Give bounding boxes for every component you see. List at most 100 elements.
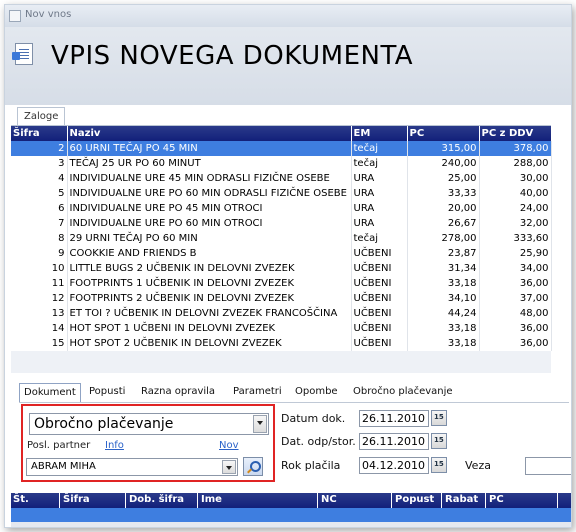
cell-pc: 34,10: [407, 291, 480, 306]
table-row[interactable]: 7 INDIVIDUALNE URE PO 60 MIN OTROCI URA 26,…: [11, 216, 552, 231]
doc-date-label: Datum dok.: [281, 412, 346, 425]
column-divider: [197, 493, 198, 508]
tab-zaloge[interactable]: Zaloge: [17, 107, 66, 127]
column-divider: [59, 493, 60, 508]
doc-date-field[interactable]: 26.11.2010: [359, 410, 429, 427]
table-row[interactable]: [11, 508, 571, 522]
tab-opombe[interactable]: Opombe: [291, 383, 342, 403]
col-header-pc-z-ddv[interactable]: PC z DDV: [479, 126, 552, 141]
chevron-down-icon[interactable]: [222, 460, 236, 474]
cell-pc-z-ddv: 288,00: [479, 156, 552, 171]
partner-label: Posl. partner: [27, 440, 91, 451]
tab-razna-opravila[interactable]: Razna opravila: [137, 383, 219, 403]
cell-naziv: FOOTPRINTS 2 UČBENIK IN DELOVNI ZVEZEK: [67, 291, 352, 306]
partner-select[interactable]: ABRAM MIHA: [26, 458, 238, 476]
col-header-dob-sifra[interactable]: Dob. šifra: [129, 494, 184, 505]
payment-partner-panel: Obročno plačevanje Posl. partner Info No…: [21, 404, 275, 482]
tab-parametri[interactable]: Parametri: [229, 383, 286, 403]
cell-sifra: 15: [11, 336, 68, 351]
veza-field[interactable]: [525, 457, 571, 475]
table-row[interactable]: 10 LITTLE BUGS 2 UČBENIK IN DELOVNI ZVEZE…: [11, 261, 552, 276]
payment-type-select[interactable]: Obročno plačevanje: [29, 413, 269, 435]
cell-pc: 31,34: [407, 261, 480, 276]
ship-date-field[interactable]: 26.11.2010: [359, 433, 429, 450]
table-row[interactable]: 13 ET TOI ? UČBENIK IN DELOVNI ZVEZEK FRA…: [11, 306, 552, 321]
col-header-rabat[interactable]: Rabat: [445, 494, 478, 505]
cell-sifra: 13: [11, 306, 68, 321]
col-header-popust[interactable]: Popust: [395, 494, 434, 505]
cell-pc: 33,18: [407, 336, 480, 351]
column-divider: [125, 493, 126, 508]
tab-obrocno-placevanje[interactable]: Obročno plačevanje: [349, 383, 457, 403]
cell-pc-z-ddv: 36,00: [479, 336, 552, 351]
page-title: VPIS NOVEGA DOKUMENTA: [51, 41, 414, 71]
cell-sifra: 8: [11, 231, 68, 246]
cell-em: URA: [351, 171, 408, 186]
cell-naziv: INDIVIDUALNE URE PO 60 MIN OTROCI: [67, 216, 352, 231]
tab-popusti[interactable]: Popusti: [85, 383, 129, 403]
cell-naziv: INDIVIDUALNE URE PO 45 MIN OTROCI: [67, 201, 352, 216]
col-header-pc[interactable]: PC: [407, 126, 480, 141]
tab-divider: [19, 402, 569, 403]
table-row[interactable]: 14 HOT SPOT 1 UČBENI IN DELOVNI ZVEZEK UČB…: [11, 321, 552, 336]
table-row[interactable]: 2 60 URNI TEČAJ PO 45 MIN tečaj 315,00 378,0…: [11, 141, 552, 156]
cell-naziv: COOKKIE AND FRIENDS B: [67, 246, 352, 261]
cell-sifra: 7: [11, 216, 68, 231]
due-date-label: Rok plačila: [281, 459, 341, 472]
table-row[interactable]: 8 29 URNI TEČAJ PO 60 MIN tečaj 278,00 333,6…: [11, 231, 552, 246]
lines-grid-header: Št. Šifra Dob. šifra Ime NC Popust Rabat…: [11, 493, 571, 508]
calendar-icon[interactable]: [431, 433, 447, 449]
table-row[interactable]: 12 FOOTPRINTS 2 UČBENIK IN DELOVNI ZVEZEK…: [11, 291, 552, 306]
cell-sifra: 4: [11, 171, 68, 186]
table-row[interactable]: 15 HOT SPOT 2 UČBENIK IN DELOVNI ZVEZEK UČ…: [11, 336, 552, 351]
cell-sifra: 6: [11, 201, 68, 216]
cell-sifra: 14: [11, 321, 68, 336]
calendar-icon[interactable]: [431, 457, 447, 473]
cell-em: URA: [351, 216, 408, 231]
table-row[interactable]: 5 INDIVIDUALNE URE PO 60 MIN ODRASLI FIZI…: [11, 186, 552, 201]
items-grid: Šifra Naziv EM PC PC z DDV 2 60 URNI TEČA…: [11, 125, 552, 373]
cell-sifra: 11: [11, 276, 68, 291]
table-row[interactable]: 6 INDIVIDUALNE URE PO 45 MIN OTROCI URA 20,…: [11, 201, 552, 216]
cell-pc-z-ddv: 36,00: [479, 321, 552, 336]
cell-pc: 240,00: [407, 156, 480, 171]
info-link[interactable]: Info: [105, 440, 124, 451]
cell-naziv: 29 URNI TEČAJ PO 60 MIN: [67, 231, 352, 246]
search-icon[interactable]: [243, 457, 263, 476]
cell-pc-z-ddv: 32,00: [479, 216, 552, 231]
table-row[interactable]: 9 COOKKIE AND FRIENDS B UČBENI 23,87 25,90: [11, 246, 552, 261]
col-header-nc[interactable]: NC: [321, 494, 337, 505]
col-header-sifra[interactable]: Šifra: [11, 126, 68, 141]
cell-pc-z-ddv: 25,90: [479, 246, 552, 261]
new-partner-link[interactable]: Nov: [219, 440, 239, 451]
cell-em: URA: [351, 186, 408, 201]
cell-em: tečaj: [351, 156, 408, 171]
col-header-em[interactable]: EM: [351, 126, 408, 141]
chevron-down-icon[interactable]: [253, 415, 267, 433]
col-header-pc[interactable]: PC: [489, 494, 504, 505]
cell-pc: 33,18: [407, 321, 480, 336]
table-row[interactable]: 4 INDIVIDUALNE URE 45 MIN ODRASLI FIZIČNE…: [11, 171, 552, 186]
window-title: Nov vnos: [25, 9, 72, 20]
column-divider: [317, 493, 318, 508]
col-header-sifra[interactable]: Šifra: [63, 494, 90, 505]
col-header-naziv[interactable]: Naziv: [67, 126, 352, 141]
cell-em: UČBENI: [351, 261, 408, 276]
cell-em: UČBENI: [351, 321, 408, 336]
document-lines-grid: Št. Šifra Dob. šifra Ime NC Popust Rabat…: [11, 493, 571, 527]
column-divider: [557, 493, 558, 508]
calendar-icon[interactable]: [431, 410, 447, 426]
table-row[interactable]: 3 TEČAJ 25 UR PO 60 MINUT tečaj 240,00 288,0…: [11, 156, 552, 171]
cell-em: UČBENI: [351, 336, 408, 351]
title-bar: Nov vnos: [5, 5, 571, 27]
cell-pc-z-ddv: 36,00: [479, 276, 552, 291]
col-header-ime[interactable]: Ime: [201, 494, 222, 505]
partner-value: ABRAM MIHA: [31, 461, 96, 472]
tab-dokument[interactable]: Dokument: [19, 383, 81, 403]
column-divider: [485, 493, 486, 508]
col-header-st[interactable]: Št.: [13, 494, 29, 505]
cell-em: URA: [351, 201, 408, 216]
table-row[interactable]: 11 FOOTPRINTS 1 UČBENIK IN DELOVNI ZVEZEK…: [11, 276, 552, 291]
due-date-field[interactable]: 04.12.2010: [359, 457, 429, 474]
document-icon: [12, 43, 33, 65]
